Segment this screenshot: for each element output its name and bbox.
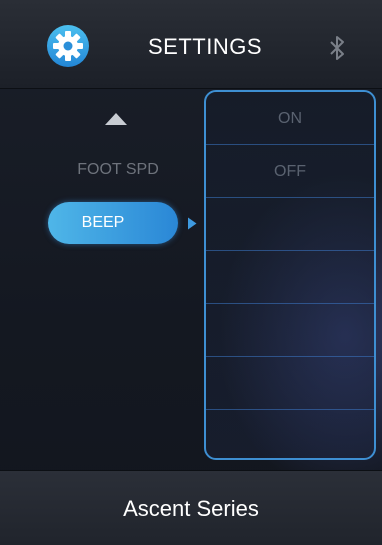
options-panel: ON OFF <box>204 90 376 460</box>
header-bar: SETTINGS <box>0 0 382 89</box>
option-label: OFF <box>274 163 306 180</box>
option-row[interactable] <box>206 198 374 251</box>
option-row[interactable] <box>206 304 374 357</box>
triangle-right-icon <box>188 217 197 230</box>
footer-bar: Ascent Series <box>0 470 382 545</box>
bluetooth-icon <box>330 36 344 60</box>
option-row-on[interactable]: ON <box>206 92 374 145</box>
gear-icon[interactable] <box>46 24 90 68</box>
settings-screen: SETTINGS FOOT SPD BEEP ON OFF Ascent Ser… <box>0 0 382 545</box>
option-row-off[interactable]: OFF <box>206 145 374 198</box>
option-row[interactable] <box>206 251 374 304</box>
triangle-up-icon[interactable] <box>104 112 128 126</box>
page-title: SETTINGS <box>148 34 263 59</box>
menu-item-beep[interactable]: BEEP <box>48 202 178 244</box>
option-label: ON <box>278 110 302 127</box>
menu-item-foot-spd[interactable]: FOOT SPD <box>58 158 178 182</box>
menu-item-label: BEEP <box>81 214 125 231</box>
brand-label: Ascent Series <box>123 496 259 521</box>
option-row[interactable] <box>206 357 374 410</box>
option-row[interactable] <box>206 410 374 458</box>
